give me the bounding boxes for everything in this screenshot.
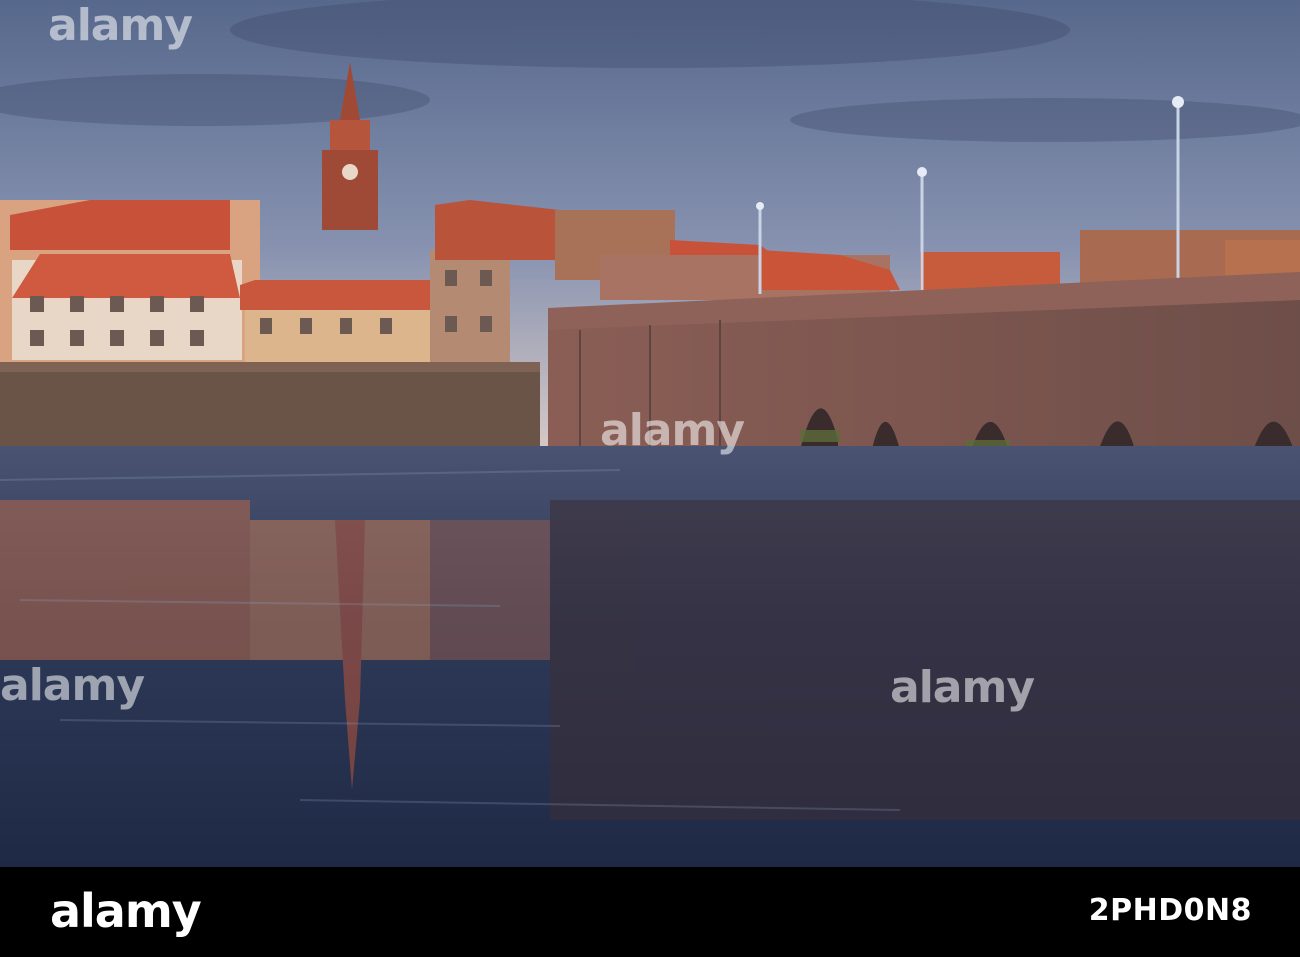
footer-bar: alamy 2PHD0N8 — [0, 867, 1300, 957]
watermark: alamy — [48, 0, 193, 51]
quay-wall — [0, 362, 540, 446]
watermark: alamy — [0, 660, 145, 711]
watermark: alamy — [890, 662, 1035, 713]
photo: alamy alamy alamy alamy — [0, 0, 1300, 867]
watermark: alamy — [600, 405, 745, 456]
alamy-logo: alamy — [50, 884, 202, 938]
image-id: 2PHD0N8 — [1088, 893, 1252, 928]
